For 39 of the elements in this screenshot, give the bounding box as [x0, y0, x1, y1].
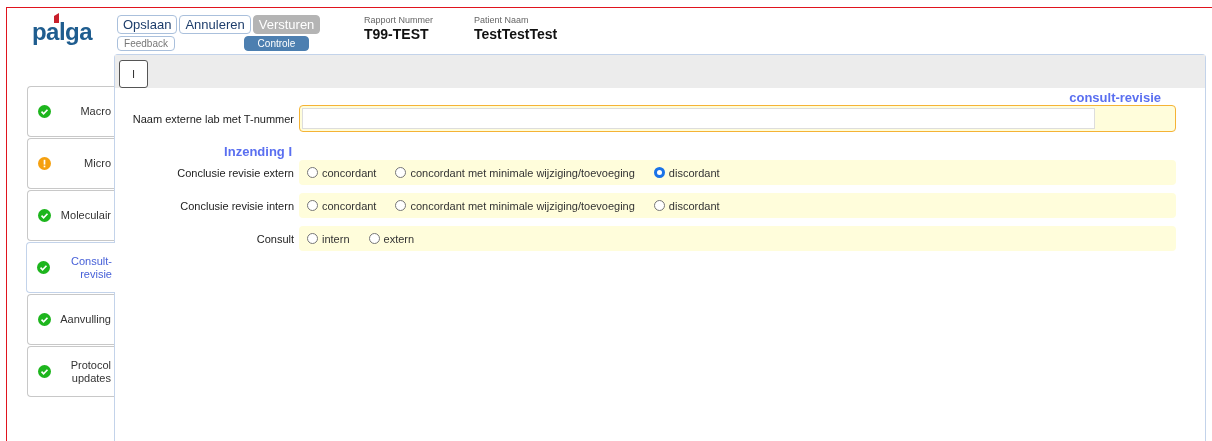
radio-option[interactable]: discordant — [653, 166, 720, 179]
panel-tab[interactable]: I — [119, 60, 148, 88]
field-value: T99-TEST — [364, 26, 430, 43]
radio-button[interactable] — [307, 200, 318, 211]
radio-option[interactable]: intern — [307, 232, 350, 245]
palga-logo: palga — [31, 13, 93, 45]
toolbar-button[interactable]: Opslaan — [117, 15, 178, 34]
sidebar-tab[interactable]: Micro — [27, 138, 114, 189]
text-field[interactable] — [299, 105, 1176, 132]
radio-option[interactable]: concordant met minimale wijziging/toevoeging — [395, 166, 635, 179]
radio-button[interactable] — [307, 167, 318, 178]
field-label: Conclusie revisie extern — [176, 166, 295, 179]
radio-option[interactable]: concordant — [307, 166, 377, 179]
radio-button[interactable] — [395, 200, 407, 211]
toolbar-button[interactable]: Annuleren — [179, 15, 251, 34]
field-label: Naam externe lab met T-nummer — [131, 112, 295, 125]
toolbar-button[interactable]: Feedback — [117, 36, 175, 51]
group-title: Inzending I — [223, 144, 292, 159]
radio-option[interactable]: concordant — [307, 199, 377, 212]
toolbar-button[interactable]: Controle — [244, 36, 309, 51]
radio-button[interactable] — [395, 167, 407, 178]
sidebar-tab[interactable]: Consult- revisie — [26, 242, 115, 293]
sidebar-tab[interactable]: Macro — [27, 86, 114, 137]
radio-option[interactable]: concordant met minimale wijziging/toevoeging — [395, 199, 635, 212]
radio-option[interactable]: extern — [368, 232, 415, 245]
radio-button[interactable] — [653, 200, 665, 211]
radio-button[interactable] — [307, 233, 318, 244]
field-label: Conclusie revisie intern — [179, 199, 295, 212]
sidebar-tab[interactable]: Moleculair — [27, 190, 114, 241]
radio-button[interactable] — [653, 167, 665, 178]
field-label: Patient Naam — [474, 15, 530, 26]
field-label: Consult — [255, 232, 295, 245]
field-label: Rapport Nummer — [364, 15, 435, 26]
sidebar-tab[interactable]: Aanvulling — [27, 294, 114, 345]
sidebar-tab[interactable]: Protocol updates — [27, 346, 114, 397]
radio-option[interactable]: discordant — [653, 199, 720, 212]
field-value: TestTestTest — [474, 26, 559, 43]
radio-button[interactable] — [368, 233, 380, 244]
section-title: consult-revisie — [1069, 90, 1161, 105]
